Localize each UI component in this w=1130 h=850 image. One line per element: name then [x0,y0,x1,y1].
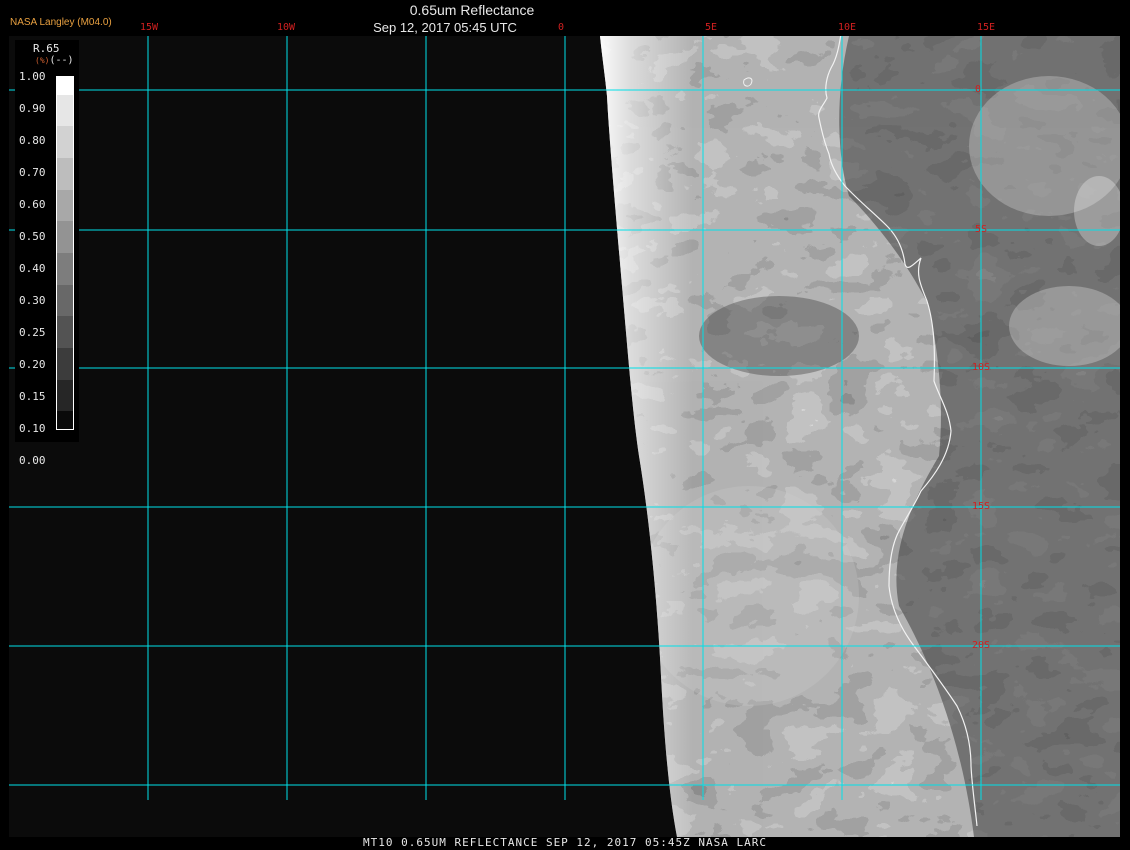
lon-label-15e: 15E [977,22,996,33]
legend-tick: 1.00 [19,70,46,83]
legend-tick: 0.00 [19,454,46,467]
lat-label-10s: 10S [972,362,991,373]
footer-caption: MT10 0.65UM REFLECTANCE SEP 12, 2017 05:… [363,836,767,849]
legend-tick: 0.60 [19,198,46,211]
lat-label-20s: 20S [972,640,991,651]
legend-tick: 0.15 [19,390,46,403]
legend-tick: 0.25 [19,326,46,339]
legend-tick: 0.20 [19,358,46,371]
map-canvas [9,36,1120,837]
legend-color-bar [56,76,74,430]
lat-label-0: 0 [975,84,982,95]
lon-label-15w: 15W [140,22,159,33]
satellite-image-frame [9,36,1120,837]
legend-units: (%)(--) [35,55,74,66]
producer-label: NASA Langley (M04.0) [10,17,112,28]
legend-unit-prefix: (%) [35,56,50,65]
legend-tick: 0.80 [19,134,46,147]
legend-tick: 0.10 [19,422,46,435]
lon-label-5e: 5E [705,22,718,33]
legend-tick: 0.40 [19,262,46,275]
lon-label-10w: 10W [277,22,296,33]
lon-label-10e: 10E [838,22,857,33]
legend-tick-labels: 1.00 0.90 0.80 0.70 0.60 0.50 0.40 0.30 … [19,70,55,467]
legend-tick: 0.90 [19,102,46,115]
lat-label-15s: 15S [972,501,991,512]
lat-label-5s: 5S [975,224,988,235]
product-title: 0.65um Reflectance [409,2,535,18]
legend-tick: 0.70 [19,166,46,179]
image-datetime: Sep 12, 2017 05:45 UTC [373,20,517,35]
reflectance-legend: R.65 (%)(--) 1.00 0.90 0.80 0.70 0.60 0.… [15,40,79,467]
earth-disk-imagery [600,36,1120,837]
lon-label-0: 0 [558,22,565,33]
legend-variable-name: R.65 [33,42,60,55]
legend-unit-value: (--) [49,55,74,66]
legend-tick: 0.50 [19,230,46,243]
legend-tick: 0.30 [19,294,46,307]
